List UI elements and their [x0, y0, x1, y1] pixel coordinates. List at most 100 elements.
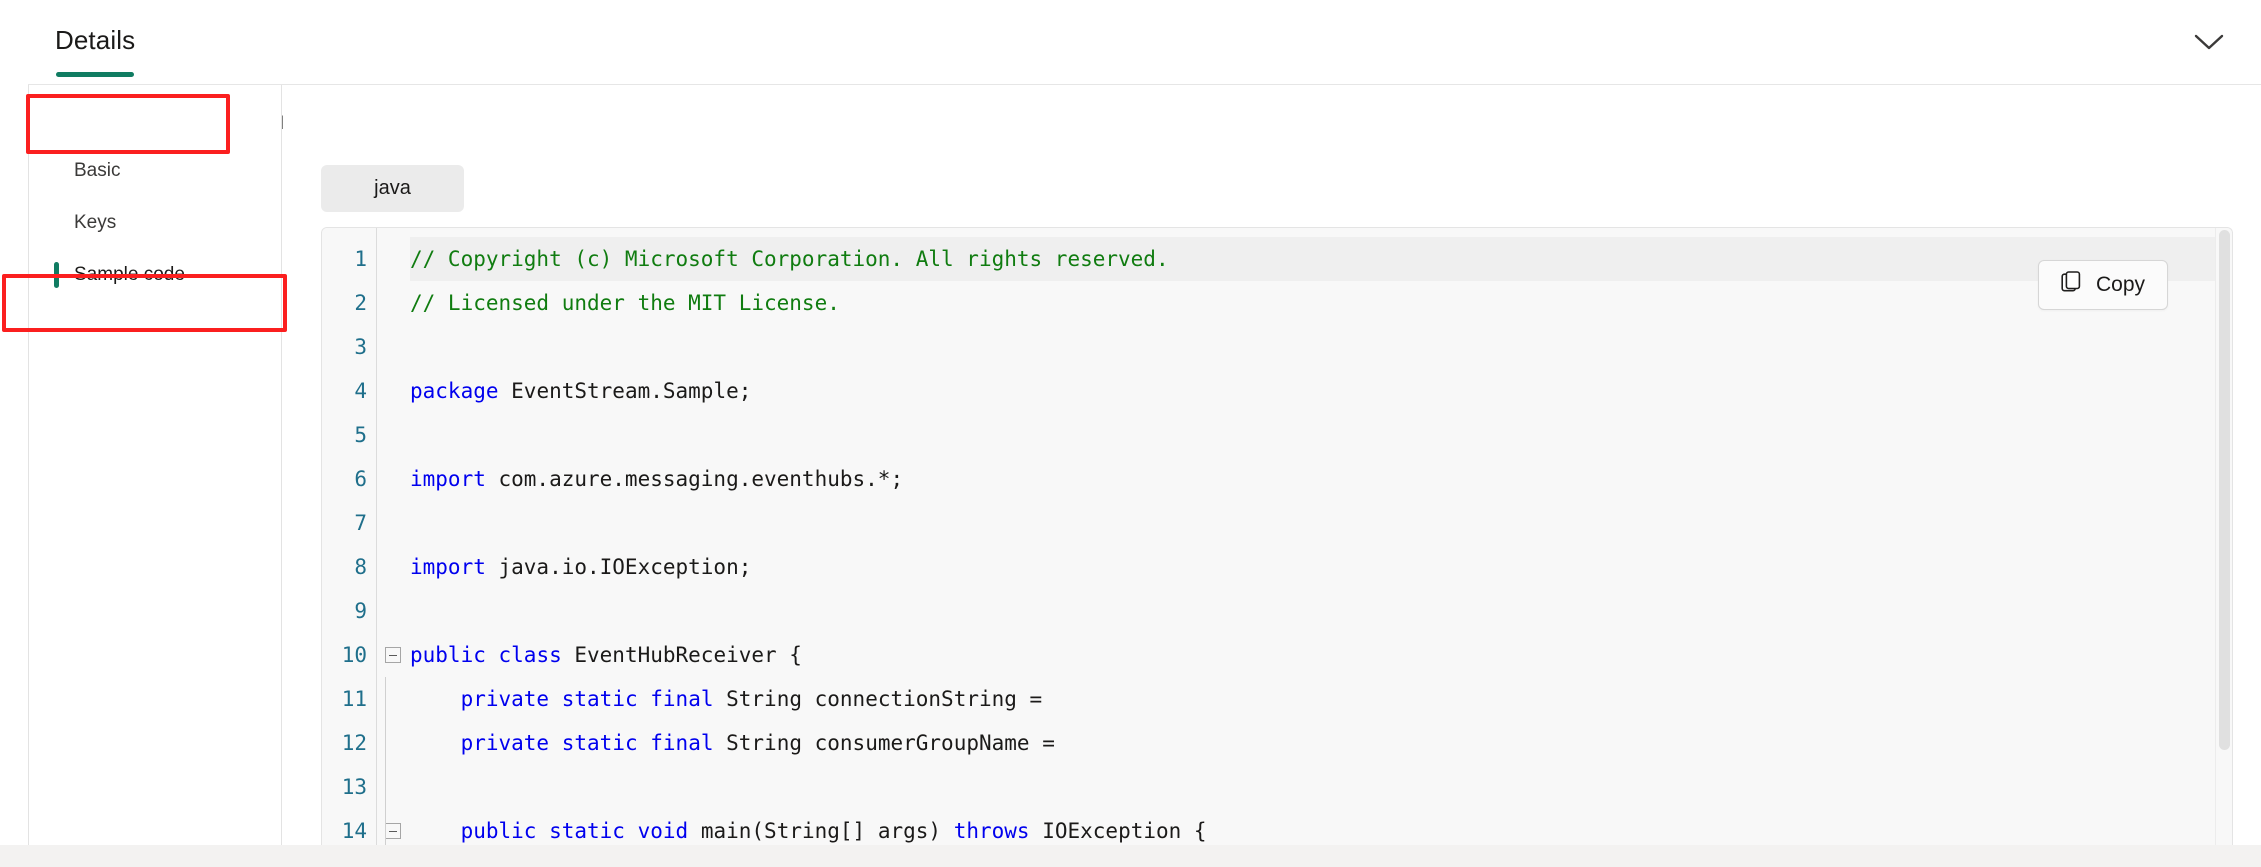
code-line: private static final String consumerGrou… — [410, 721, 2232, 765]
code-fold-spacer — [377, 369, 410, 413]
language-tab-java[interactable]: java — [321, 165, 464, 212]
copy-button-label: Copy — [2095, 273, 2145, 296]
code-line: import com.azure.messaging.eventhubs.*; — [410, 457, 2232, 501]
code-token: String consumerGroupName = — [713, 731, 1055, 755]
code-fold-spacer — [377, 501, 410, 545]
page-title: Details — [55, 25, 136, 55]
code-fold-spacer — [377, 413, 410, 457]
sidebar-item-label: Basic — [74, 160, 121, 181]
sidebar-item-sample-code[interactable]: Sample code — [28, 249, 281, 301]
selection-indicator — [54, 262, 59, 288]
sidebar-item-label: Keys — [74, 212, 117, 233]
code-line: public class EventHubReceiver { — [410, 633, 2232, 677]
sidebar-item-keys[interactable]: Keys — [28, 197, 281, 249]
code-token: EventHubReceiver { — [561, 643, 802, 667]
code-fold-spacer — [377, 325, 410, 369]
collapse-panel-button[interactable] — [2185, 20, 2233, 64]
indent-guide — [385, 765, 386, 809]
line-number: 10 — [341, 643, 367, 667]
code-vertical-scrollbar[interactable] — [2215, 228, 2232, 867]
code-fold-spacer — [377, 545, 410, 589]
line-number: 9 — [354, 599, 367, 623]
code-token: static — [561, 731, 638, 755]
code-line: private static final String connectionSt… — [410, 677, 2232, 721]
sidebar-item-basic[interactable]: Basic — [28, 145, 281, 197]
line-number: 11 — [341, 687, 367, 711]
line-number: 13 — [341, 775, 367, 799]
collapse-icon — [385, 823, 401, 839]
indent-guide — [385, 721, 386, 765]
line-number: 2 — [354, 291, 367, 315]
code-line: package EventStream.Sample; — [410, 369, 2232, 413]
code-fold-column — [377, 228, 410, 867]
code-token: static — [549, 819, 625, 843]
line-number: 4 — [354, 379, 367, 403]
code-token: import — [410, 467, 486, 491]
language-tab-bar: java — [321, 165, 464, 212]
window-bottom-strip — [0, 845, 2261, 867]
code-token: final — [650, 687, 714, 711]
code-fold-spacer — [377, 281, 410, 325]
code-fold-spacer — [377, 237, 410, 281]
code-token: String connectionString = — [713, 687, 1043, 711]
details-panel: Details Basic Keys Sample code java Copy… — [0, 0, 2261, 867]
code-token: public — [460, 819, 537, 843]
code-scrollbar-thumb[interactable] — [2219, 230, 2230, 750]
code-token: void — [637, 819, 689, 843]
code-token: final — [650, 731, 714, 755]
code-token: // Copyright (c) Microsoft Corporation. … — [410, 247, 1169, 271]
code-token: private — [460, 731, 550, 755]
code-token: java.io.IOException; — [485, 555, 752, 579]
line-number: 8 — [354, 555, 367, 579]
code-token: import — [410, 555, 486, 579]
copy-icon — [2061, 270, 2083, 300]
line-number: 3 — [354, 335, 367, 359]
indent-guide — [385, 677, 386, 721]
code-token: class — [498, 643, 562, 667]
code-token: package — [410, 379, 499, 403]
code-fold-toggle[interactable] — [377, 633, 410, 677]
line-number-gutter: 123456789101112131415161718 — [322, 228, 377, 867]
code-line: // Copyright (c) Microsoft Corporation. … — [410, 237, 2232, 281]
code-token: EventStream.Sample; — [498, 379, 752, 403]
code-text-area[interactable]: // Copyright (c) Microsoft Corporation. … — [410, 228, 2232, 867]
page-title-underline — [56, 72, 134, 77]
code-fold-spacer — [377, 721, 410, 765]
code-line: // Licensed under the MIT License. — [410, 281, 2232, 325]
line-number: 12 — [341, 731, 367, 755]
code-token: main(String[] args) — [688, 819, 954, 843]
copy-button[interactable]: Copy — [2037, 260, 2168, 310]
code-token: public — [410, 643, 486, 667]
panel-header: Details — [0, 0, 2261, 85]
code-fold-spacer — [377, 765, 410, 809]
line-number: 1 — [354, 247, 367, 271]
code-fold-spacer — [377, 677, 410, 721]
collapse-icon — [385, 647, 401, 663]
code-token: static — [561, 687, 638, 711]
code-line: import java.io.IOException; — [410, 545, 2232, 589]
sidebar-item-label: Sample code — [74, 264, 185, 285]
line-number: 5 — [354, 423, 367, 447]
code-token: IOException { — [1029, 819, 1207, 843]
code-token: throws — [953, 819, 1030, 843]
code-viewer: Copy 123456789101112131415161718 // Copy… — [321, 227, 2233, 867]
line-number: 7 — [354, 511, 367, 535]
line-number: 6 — [354, 467, 367, 491]
code-token: com.azure.messaging.eventhubs.*; — [485, 467, 904, 491]
chevron-down-icon — [2194, 33, 2224, 51]
code-fold-spacer — [377, 589, 410, 633]
